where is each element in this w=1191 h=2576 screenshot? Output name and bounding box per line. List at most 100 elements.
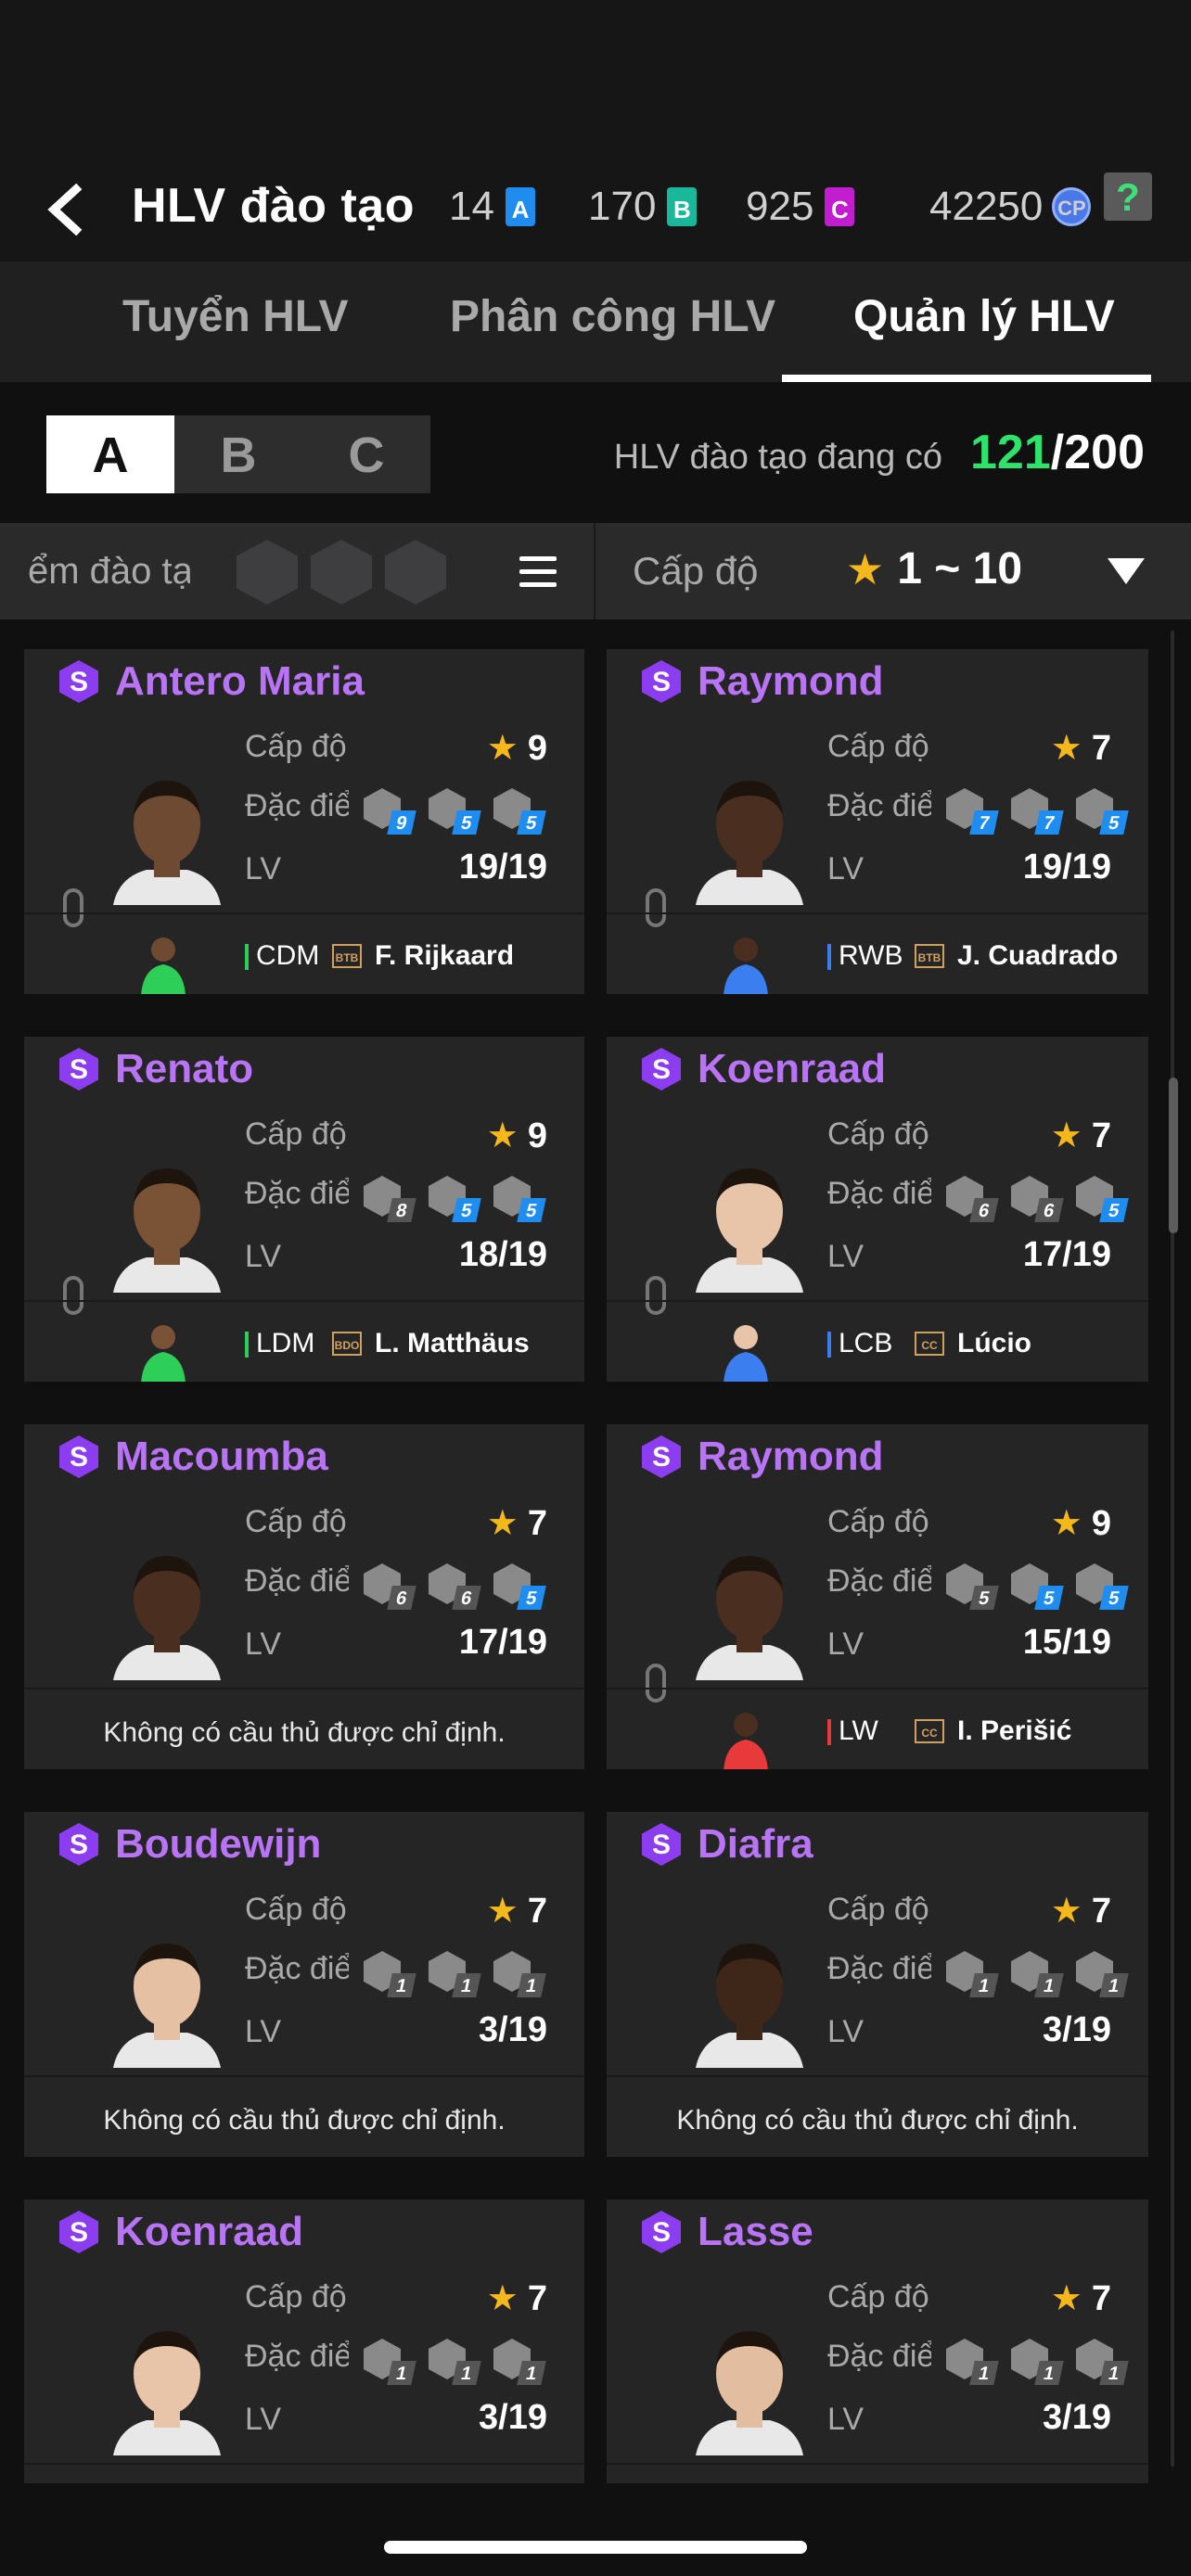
trait-filter: ểm đào tạo [0, 523, 594, 619]
trait-level: 1 [969, 2361, 999, 2385]
coach-level-value: 7 [527, 2279, 547, 2318]
back-arrow-icon[interactable] [41, 183, 93, 236]
coach-card[interactable]: SRenatoCấp độ★9Đặc điểm855LV18/19LDMBDOL… [24, 1037, 584, 1382]
currency-cp: 42250 CP [929, 184, 1092, 230]
coach-lv: 18/19 [458, 1235, 547, 1274]
no-assigned-text: Không có cầu thủ được chỉ định. [103, 2105, 506, 2136]
segment-c[interactable]: C [302, 415, 430, 493]
star-icon: ★ [1050, 2279, 1082, 2318]
season-badge-icon: CC [915, 1332, 944, 1356]
traits-label: Đặc điểm [245, 1176, 349, 1211]
season-badge-icon: CC [915, 1719, 944, 1743]
assigned-player[interactable]: LDM BDO L. Matthäus [24, 1300, 584, 1382]
level-label: Cấp độ [245, 1116, 347, 1152]
segment-b[interactable]: B [174, 415, 302, 493]
trait-badge-icon: 1 [425, 2339, 481, 2385]
lv-label: LV [827, 1626, 864, 1662]
assigned-player[interactable]: RWB BTB J. Cuadrado [607, 912, 1148, 994]
lv-label: LV [245, 2402, 282, 2437]
lv-label: LV [827, 2014, 864, 2049]
position-color-bar [245, 944, 249, 970]
coach-level: ★ 9 [487, 727, 547, 769]
trait-badge-icon: 6 [942, 1176, 999, 1222]
trait-slot-2[interactable] [311, 540, 372, 605]
trait-badge-icon: 5 [1072, 1176, 1129, 1222]
trait-level: 5 [1099, 1198, 1129, 1222]
level-label: Cấp độ [827, 1892, 929, 1927]
traits-label: Đặc điểm [827, 1176, 931, 1211]
coach-card[interactable]: SRaymondCấp độ★7Đặc điểm775LV19/19RWBBTB… [607, 649, 1148, 994]
page-title: HLV đào tạo [132, 179, 415, 233]
star-icon: ★ [1050, 729, 1082, 768]
coach-level: ★ 9 [487, 1115, 547, 1156]
coach-level-value: 7 [527, 1892, 547, 1931]
currency-a: 14 A [449, 184, 535, 230]
level-label: Cấp độ [827, 729, 929, 764]
coach-level-value: 7 [527, 1504, 547, 1543]
trait-slots [237, 540, 446, 605]
coach-card[interactable]: S Boudewijn Cấp độ ★7 Đặc điểm 1 1 1 LV 3/19 Không… [24, 1812, 584, 2157]
coach-lv: 3/19 [1043, 2010, 1111, 2049]
traits-label: Đặc điểm [245, 1563, 349, 1599]
coach-card[interactable]: S Macoumba Cấp độ ★7 Đặc điểm 6 6 5 LV 17/19 Không… [24, 1424, 584, 1769]
coach-card[interactable]: S Koenraad Cấp độ ★7 Đặc điểm 6 6 5 LV 17/19 LCB CC… [607, 1037, 1148, 1382]
level-label: Cấp độ [827, 2279, 929, 2315]
trait-level: 5 [1099, 810, 1129, 835]
lv-label: LV [245, 1239, 282, 1274]
grade-badge-icon: S [59, 1435, 98, 1478]
no-assigned-player: Không có cầu thủ được chỉ định. [24, 2463, 584, 2483]
trait-badge-icon: 5 [1072, 1563, 1129, 1610]
trait-badge-icon: 7 [942, 788, 999, 835]
coach-traits: 6 6 5 [360, 1563, 546, 1610]
coach-card[interactable]: S Diafra Cấp độ ★7 Đặc điểm 1 1 1 LV 3/19 Không có… [607, 1812, 1148, 2157]
coach-level: ★ 7 [1051, 2277, 1111, 2319]
capacity-count: 121 [970, 426, 1051, 479]
segment-a[interactable]: A [46, 415, 174, 493]
tab-manage-coach[interactable]: Quản lý HLV [853, 291, 1115, 342]
scrollbar-track [1171, 631, 1174, 2467]
trait-badge-icon: 5 [425, 1176, 481, 1222]
coin-b-icon: B [667, 187, 698, 226]
grade-badge-icon: S [642, 1435, 681, 1478]
trait-level: 1 [969, 1973, 999, 1997]
coach-traits: 1 1 1 [942, 2339, 1129, 2385]
player-avatar [141, 1325, 186, 1382]
scrollbar-thumb[interactable] [1169, 1078, 1178, 1233]
assigned-player[interactable]: LW CC I. Perišić [607, 1688, 1148, 1769]
trait-level: 1 [387, 1973, 416, 1997]
coach-card[interactable]: S Koenraad Cấp độ ★7 Đặc điểm 1 1 1 LV 3/19 Không … [24, 2200, 584, 2483]
coach-traits: 8 5 5 [360, 1176, 546, 1222]
lv-label: LV [245, 2014, 282, 2049]
coach-level-value: 9 [527, 729, 547, 768]
trait-level: 6 [969, 1198, 999, 1222]
assigned-player[interactable]: CDM BTB F. Rijkaard [24, 912, 584, 994]
coach-portrait [696, 1168, 803, 1293]
help-button[interactable]: ? [1104, 172, 1152, 221]
coach-card[interactable]: SAntero MariaCấp độ★9Đặc điểm955LV19/19C… [24, 649, 584, 994]
coach-lv: 17/19 [458, 1623, 547, 1662]
tab-assign-coach[interactable]: Phân công HLV [450, 291, 775, 342]
menu-icon[interactable] [519, 556, 557, 595]
grade-badge-icon: S [642, 660, 681, 703]
assigned-player[interactable]: LCB CC Lúcio [607, 1300, 1148, 1382]
coach-name: Koenraad [698, 1046, 886, 1091]
filter-bar: ểm đào tạo Cấp độ ★ 1 ~ 10 [0, 523, 1191, 619]
level-filter-dropdown[interactable]: Cấp độ ★ 1 ~ 10 [596, 523, 1191, 619]
level-filter-value: ★ 1 ~ 10 [846, 543, 1022, 594]
traits-label: Đặc điểm [245, 1951, 349, 1986]
coach-card[interactable]: S Raymond Cấp độ ★9 Đặc điểm 5 5 5 LV 15/19 LW CC I.… [607, 1424, 1148, 1769]
trait-badge-icon: 1 [425, 1951, 481, 1997]
trait-level: 1 [452, 1973, 481, 1997]
player-avatar [724, 937, 768, 994]
trait-slot-1[interactable] [237, 540, 298, 605]
coach-level-value: 7 [1091, 2279, 1111, 2318]
tab-recruit-coach[interactable]: Tuyển HLV [122, 291, 349, 342]
coach-portrait [696, 1556, 803, 1680]
trait-level: 1 [452, 2361, 481, 2385]
trait-slot-3[interactable] [385, 540, 446, 605]
no-assigned-player: Không có cầu thủ được chỉ định. [24, 2075, 584, 2157]
player-position: LW [839, 1715, 878, 1746]
coach-traits: 6 6 5 [942, 1176, 1129, 1222]
trait-level: 5 [1099, 1586, 1129, 1610]
coach-card[interactable]: S Lasse Cấp độ ★7 Đặc điểm 1 1 1 LV 3/19 Không có … [607, 2200, 1148, 2483]
